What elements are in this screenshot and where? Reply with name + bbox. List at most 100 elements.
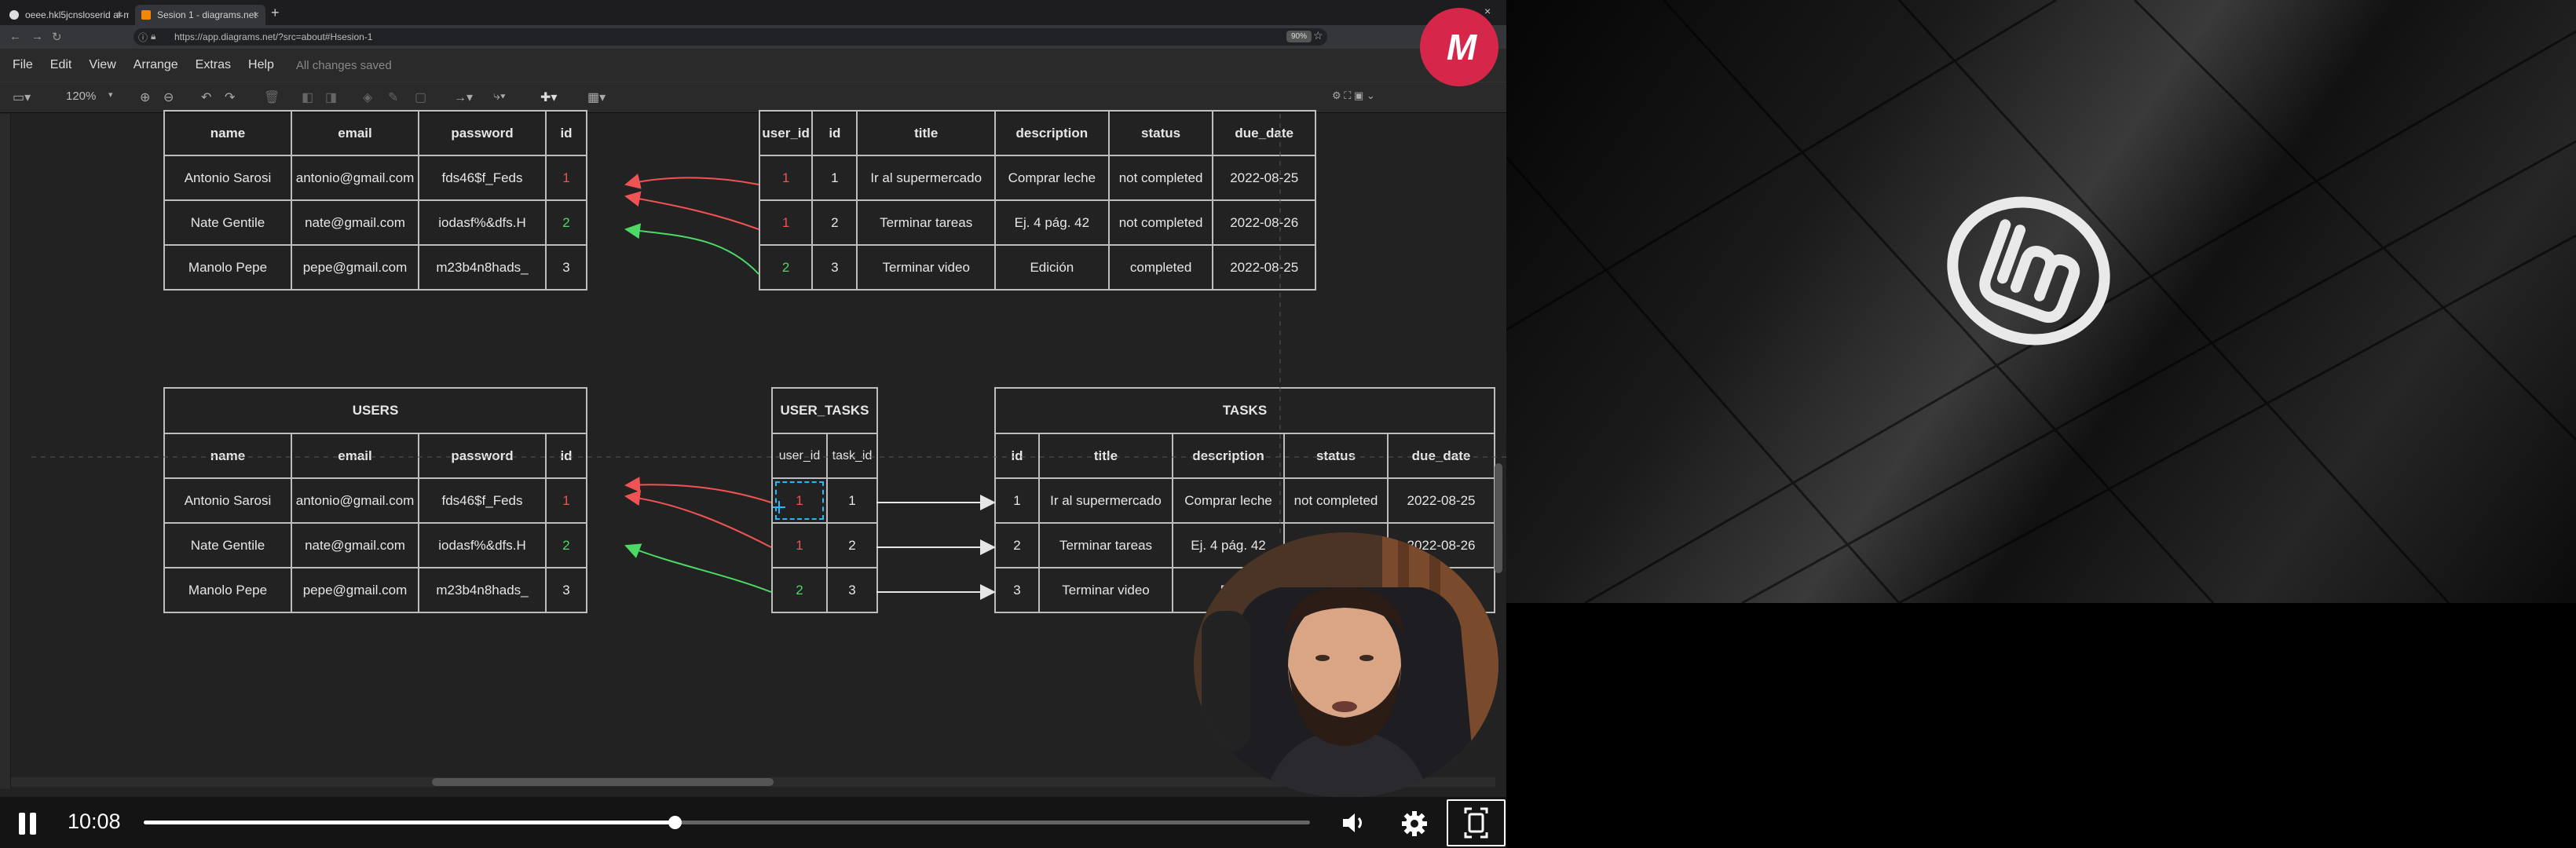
user-tasks-table[interactable]: USER_TASKS user_id task_id 1 1 1 2 2 3	[770, 387, 879, 613]
zoom-level[interactable]: 120%	[66, 90, 96, 103]
table-cell[interactable]: 3	[545, 244, 587, 291]
table-cell[interactable]: fds46$f_Feds	[418, 477, 547, 524]
to-front-icon[interactable]: ◧	[302, 90, 313, 105]
menu-file[interactable]: File	[13, 58, 33, 72]
line-color-icon[interactable]: ✎	[388, 90, 398, 105]
table-cell[interactable]: pepe@gmail.com	[291, 244, 419, 291]
table-cell[interactable]: Antonio Sarosi	[163, 155, 292, 201]
zoom-in-icon[interactable]: ⊕	[140, 90, 150, 105]
shadow-icon[interactable]: ▢	[415, 90, 426, 105]
table-cell[interactable]: Manolo Pepe	[163, 567, 292, 613]
close-tab-icon[interactable]: ×	[253, 9, 259, 20]
table-cell[interactable]: Antonio Sarosi	[163, 477, 292, 524]
video-player[interactable]: oeee.hkl5jcnsloserid al-m × Sesion 1 - d…	[0, 0, 1506, 848]
table-icon[interactable]: ▦▾	[587, 90, 606, 105]
table-cell[interactable]: 2	[758, 244, 814, 291]
table-cell[interactable]: 2	[544, 522, 588, 568]
table-cell[interactable]: 2	[994, 522, 1040, 568]
table-cell[interactable]: 2022-08-25	[1212, 155, 1316, 201]
seek-handle[interactable]	[668, 816, 682, 829]
table-cell[interactable]: 2022-08-26	[1212, 199, 1316, 246]
menu-arrange[interactable]: Arrange	[134, 58, 178, 72]
fullscreen-button[interactable]	[1447, 799, 1506, 846]
table-cell[interactable]: Terminar tareas	[1038, 522, 1173, 568]
table-cell[interactable]: Nate Gentile	[163, 522, 292, 568]
table-cell[interactable]: Ir al supermercado	[856, 155, 996, 201]
delete-icon[interactable]: 🗑︎	[264, 90, 280, 105]
close-tab-icon[interactable]: ×	[116, 9, 123, 20]
table-cell[interactable]: 2022-08-25	[1212, 244, 1316, 291]
volume-icon[interactable]	[1341, 810, 1369, 836]
table-cell[interactable]: Terminar video	[856, 244, 996, 291]
pause-button[interactable]	[16, 813, 39, 836]
table-cell[interactable]: 3	[994, 567, 1040, 613]
users-table-top[interactable]: name email password id Antonio Sarosi an…	[163, 110, 587, 291]
vertical-scroll-thumb[interactable]	[1495, 463, 1502, 573]
url-field[interactable]: ⓘ 🔒︎ https://app.diagrams.net/?src=about…	[134, 28, 1327, 46]
table-cell[interactable]: 3	[825, 567, 879, 613]
table-cell[interactable]: 1	[771, 522, 828, 568]
format-panel-icon[interactable]: ⚙ ⛶ ▣ ⌄	[1332, 90, 1375, 102]
table-cell[interactable]: Manolo Pepe	[163, 244, 292, 291]
settings-gear-icon[interactable]	[1400, 810, 1429, 838]
zoom-out-icon[interactable]: ⊖	[163, 90, 174, 105]
forward-icon[interactable]: →	[31, 30, 43, 43]
fill-color-icon[interactable]: ◈	[363, 90, 372, 105]
connection-icon[interactable]: →▾	[454, 90, 473, 105]
browser-tab-1[interactable]: oeee.hkl5jcnsloserid al-m ×	[3, 5, 129, 25]
users-table[interactable]: USERS name email password id Antonio Sar…	[163, 387, 588, 613]
browser-tab-2[interactable]: Sesion 1 - diagrams.net ×	[135, 5, 265, 25]
table-cell[interactable]: 3	[544, 567, 588, 613]
menu-extras[interactable]: Extras	[196, 58, 231, 72]
table-cell[interactable]: 1	[545, 155, 587, 201]
reload-icon[interactable]: ↻	[52, 30, 62, 44]
table-cell[interactable]: 2	[811, 199, 858, 246]
to-back-icon[interactable]: ◨	[325, 90, 337, 105]
table-cell[interactable]: fds46$f_Feds	[418, 155, 547, 201]
redo-icon[interactable]: ↷	[225, 90, 235, 105]
table-cell[interactable]: iodasf%&dfs.H	[418, 199, 547, 246]
horizontal-scroll-thumb[interactable]	[432, 778, 774, 786]
insert-icon[interactable]: ✚▾	[540, 90, 557, 105]
table-cell-selected[interactable]: 1	[771, 477, 828, 524]
table-cell[interactable]: completed	[1107, 244, 1214, 291]
table-cell[interactable]: 1	[758, 199, 814, 246]
zoom-dropdown-icon[interactable]: ▾	[108, 90, 113, 100]
table-cell[interactable]: Terminar tareas	[856, 199, 996, 246]
table-cell[interactable]: antonio@gmail.com	[291, 477, 419, 524]
bookmark-star-icon[interactable]: ☆	[1313, 29, 1323, 42]
table-cell[interactable]: Ej. 4 pág. 42	[993, 199, 1110, 246]
table-cell[interactable]: Edición	[993, 244, 1110, 291]
table-cell[interactable]: 2	[825, 522, 879, 568]
table-cell[interactable]: m23b4n8hads_	[418, 567, 547, 613]
table-cell[interactable]: nate@gmail.com	[291, 522, 419, 568]
sidebar-toggle-icon[interactable]: ▭▾	[13, 90, 31, 105]
seek-bar[interactable]	[144, 816, 1310, 829]
table-cell[interactable]: Ir al supermercado	[1038, 477, 1173, 524]
window-close-icon[interactable]: ×	[1484, 5, 1491, 17]
table-cell[interactable]: 1	[825, 477, 879, 524]
table-cell[interactable]: 1	[758, 155, 814, 201]
table-cell[interactable]: 2022-08-25	[1387, 477, 1495, 524]
menu-help[interactable]: Help	[248, 58, 274, 72]
table-cell[interactable]: 1	[811, 155, 858, 201]
menu-edit[interactable]: Edit	[50, 58, 72, 72]
table-cell[interactable]: nate@gmail.com	[291, 199, 419, 246]
table-cell[interactable]: antonio@gmail.com	[291, 155, 419, 201]
new-tab-icon[interactable]: +	[271, 5, 280, 21]
table-cell[interactable]: 3	[811, 244, 858, 291]
undo-icon[interactable]: ↶	[201, 90, 211, 105]
table-cell[interactable]: Comprar leche	[1172, 477, 1285, 524]
table-cell[interactable]: not completed	[1107, 199, 1214, 246]
tasks-table-top[interactable]: user_id id title description status due_…	[758, 110, 1316, 291]
table-cell[interactable]: not completed	[1107, 155, 1214, 201]
zoom-chip[interactable]: 90%	[1286, 31, 1312, 42]
table-cell[interactable]: pepe@gmail.com	[291, 567, 419, 613]
table-cell[interactable]: m23b4n8hads_	[418, 244, 547, 291]
table-cell[interactable]: Nate Gentile	[163, 199, 292, 246]
menu-view[interactable]: View	[89, 58, 115, 72]
table-cell[interactable]: Terminar video	[1038, 567, 1173, 613]
table-cell[interactable]: 2	[545, 199, 587, 246]
table-cell[interactable]: 1	[994, 477, 1040, 524]
back-icon[interactable]: ←	[9, 30, 21, 43]
